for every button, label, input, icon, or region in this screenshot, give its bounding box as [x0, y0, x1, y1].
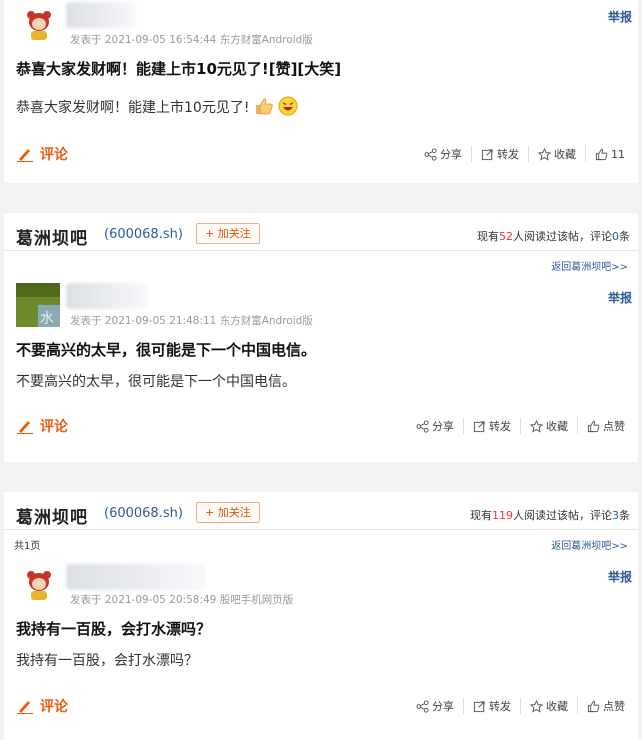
like-button[interactable]: 11 — [585, 146, 634, 162]
favorite-button[interactable]: 收藏 — [520, 418, 577, 434]
share-label: 分享 — [440, 148, 462, 161]
report-link[interactable]: 举报 — [608, 289, 632, 306]
read-count: 119 — [492, 509, 513, 522]
like-label: 点赞 — [603, 700, 625, 713]
read-info: 现有52人阅读过该帖，评论0条 — [477, 228, 630, 244]
post-actions: 分享 转发 收藏 11 — [415, 146, 634, 162]
favorite-label: 收藏 — [546, 420, 568, 433]
thumbs-up-icon — [587, 420, 600, 432]
read-prefix: 现有 — [470, 509, 492, 522]
report-link[interactable]: 举报 — [608, 8, 632, 25]
forward-icon — [473, 700, 485, 712]
post-actions: 分享 转发 收藏 点赞 — [407, 418, 634, 434]
favorite-label: 收藏 — [554, 148, 576, 161]
read-count: 52 — [499, 230, 513, 243]
comment-button[interactable]: 评论 — [16, 696, 68, 716]
divider — [4, 250, 638, 251]
divider — [4, 529, 638, 530]
post-body-text: 恭喜大家发财啊！能建上市10元见了! — [16, 100, 250, 116]
share-button[interactable]: 分享 — [407, 698, 463, 714]
share-label: 分享 — [432, 700, 454, 713]
stock-code[interactable]: (600068.sh) — [104, 506, 183, 521]
forward-button[interactable]: 转发 — [463, 698, 520, 714]
thumbs-up-icon — [587, 700, 600, 712]
bar-title[interactable]: 葛洲坝吧 — [16, 503, 88, 528]
user-avatar[interactable]: 水 — [16, 283, 60, 327]
like-button[interactable]: 点赞 — [577, 698, 634, 714]
forward-label: 转发 — [489, 420, 511, 433]
forward-label: 转发 — [497, 148, 519, 161]
forward-button[interactable]: 转发 — [463, 418, 520, 434]
read-mid: 人阅读过该帖，评论 — [513, 230, 612, 243]
post-body: 恭喜大家发财啊！能建上市10元见了! — [16, 96, 298, 120]
favorite-button[interactable]: 收藏 — [528, 146, 585, 162]
share-icon — [416, 699, 429, 713]
user-avatar[interactable] — [22, 8, 56, 42]
username-blurred — [66, 2, 136, 28]
star-icon — [530, 419, 543, 433]
post-card: 发表于 2021-09-05 16:54:44 东方财富Android版 举报 … — [4, 0, 638, 183]
like-count: 11 — [611, 147, 625, 161]
comment-count: 0 — [612, 230, 619, 243]
read-mid: 人阅读过该帖，评论 — [513, 509, 612, 522]
user-avatar[interactable] — [22, 568, 56, 602]
back-to-bar-link[interactable]: 返回葛洲坝吧>> — [551, 537, 628, 552]
like-label: 点赞 — [603, 420, 625, 433]
share-icon — [416, 419, 429, 433]
username-blurred — [66, 283, 148, 309]
read-suffix: 条 — [619, 230, 630, 243]
pencil-icon — [17, 149, 33, 162]
stock-code[interactable]: (600068.sh) — [104, 227, 183, 242]
post-title: 不要高兴的太早，很可能是下一个中国电信。 — [16, 341, 317, 359]
read-prefix: 现有 — [477, 230, 499, 243]
post-meta: 发表于 2021-09-05 16:54:44 东方财富Android版 — [70, 34, 313, 46]
post-body: 我持有一百股，会打水漂吗？ — [16, 653, 198, 669]
share-button[interactable]: 分享 — [415, 146, 471, 162]
forward-icon — [481, 148, 493, 160]
post-card: 葛洲坝吧 (600068.sh) + 加关注 现有52人阅读过该帖，评论0条 返… — [4, 213, 638, 462]
favorite-button[interactable]: 收藏 — [520, 698, 577, 714]
comment-label: 评论 — [40, 147, 68, 163]
comment-count: 3 — [612, 509, 619, 522]
share-button[interactable]: 分享 — [407, 418, 463, 434]
post-actions: 分享 转发 收藏 点赞 — [407, 698, 634, 714]
follow-button[interactable]: + 加关注 — [196, 502, 260, 523]
svg-text:水: 水 — [40, 311, 54, 327]
share-icon — [424, 147, 437, 161]
star-icon — [530, 699, 543, 713]
share-label: 分享 — [432, 420, 454, 433]
read-info: 现有119人阅读过该帖，评论3条 — [470, 507, 630, 523]
post-title: 我持有一百股，会打水漂吗？ — [16, 620, 212, 638]
username-blurred — [66, 564, 206, 590]
thumbs-up-emoji-icon — [254, 97, 274, 119]
post-body: 不要高兴的太早，很可能是下一个中国电信。 — [16, 374, 296, 390]
comment-button[interactable]: 评论 — [16, 416, 68, 436]
laugh-emoji-icon — [278, 96, 298, 120]
comment-label: 评论 — [40, 699, 68, 715]
favorite-label: 收藏 — [546, 700, 568, 713]
forward-button[interactable]: 转发 — [471, 146, 528, 162]
star-icon — [538, 147, 551, 161]
post-card: 葛洲坝吧 (600068.sh) + 加关注 现有119人阅读过该帖，评论3条 … — [4, 492, 638, 740]
pencil-icon — [17, 701, 33, 714]
like-button[interactable]: 点赞 — [577, 418, 634, 434]
post-title: 恭喜大家发财啊！能建上市10元见了![赞][大笑] — [16, 60, 342, 78]
back-to-bar-link[interactable]: 返回葛洲坝吧>> — [551, 258, 628, 273]
report-link[interactable]: 举报 — [608, 568, 632, 585]
forward-icon — [473, 420, 485, 432]
comment-button[interactable]: 评论 — [16, 144, 68, 164]
read-suffix: 条 — [619, 509, 630, 522]
pencil-icon — [17, 421, 33, 434]
bar-title[interactable]: 葛洲坝吧 — [16, 224, 88, 249]
post-meta: 发表于 2021-09-05 21:48:11 东方财富Android版 — [70, 315, 313, 327]
comment-label: 评论 — [40, 419, 68, 435]
thumbs-up-icon — [595, 148, 608, 160]
forward-label: 转发 — [489, 700, 511, 713]
post-meta: 发表于 2021-09-05 20:58:49 股吧手机网页版 — [70, 594, 294, 606]
follow-button[interactable]: + 加关注 — [196, 223, 260, 244]
page-count: 共1页 — [14, 541, 41, 552]
